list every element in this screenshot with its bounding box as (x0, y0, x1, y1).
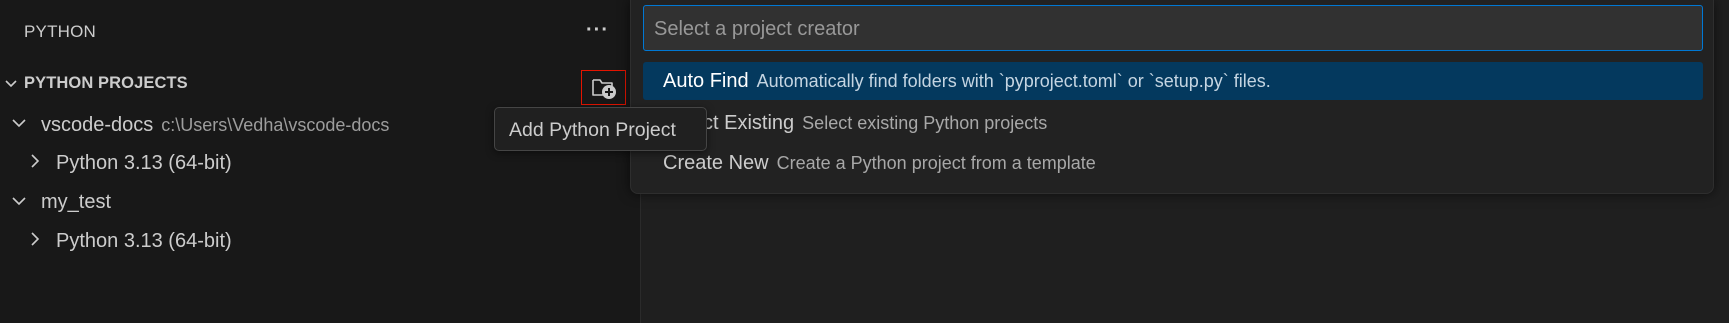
chevron-right-icon (31, 154, 40, 168)
sidebar-title: PYTHON (24, 22, 97, 41)
section-title: PYTHON PROJECTS (24, 74, 188, 92)
tooltip-text: Add Python Project (509, 119, 676, 141)
add-python-project-button[interactable] (581, 70, 626, 105)
tree-item-label: Python 3.13 (64-bit) (56, 230, 232, 252)
tree-item-path: c:\Users\Vedha\vscode-docs (161, 115, 390, 135)
quick-pick-item-label: Create New (663, 152, 769, 174)
tree-item-my-test[interactable]: my_test (0, 188, 640, 222)
chevron-right-icon (31, 232, 40, 246)
quick-pick-item-description: Select existing Python projects (802, 113, 1048, 133)
quick-pick-placeholder: Select a project creator (654, 18, 860, 40)
quick-pick-item-label: Auto Find (663, 70, 749, 92)
tree-item-python-env[interactable]: Python 3.13 (64-bit) (0, 227, 640, 261)
tree-item-label: Python 3.13 (64-bit) (56, 152, 232, 174)
quick-pick-input[interactable]: Select a project creator (643, 5, 1703, 51)
tooltip: Add Python Project (494, 107, 707, 151)
quick-pick-item-description: Create a Python project from a template (776, 153, 1096, 173)
chevron-down-icon (12, 197, 26, 206)
quick-pick-item-description: Automatically find folders with `pyproje… (756, 71, 1271, 91)
chevron-down-icon (12, 119, 26, 128)
sidebar: PYTHON ··· PYTHON PROJECTS vscode-docs c… (0, 0, 641, 323)
quick-pick-item-select-existing[interactable]: Select Existing Select existing Python pr… (643, 104, 1703, 142)
window: PYTHON ··· PYTHON PROJECTS vscode-docs c… (0, 0, 1729, 323)
more-actions-button[interactable]: ··· (586, 18, 609, 42)
chevron-down-icon (5, 80, 17, 88)
tree-item-python-env[interactable]: Python 3.13 (64-bit) (0, 149, 640, 183)
quick-pick: Select a project creator Auto Find Automa… (630, 0, 1714, 194)
quick-pick-item-auto-find[interactable]: Auto Find Automatically find folders with… (643, 62, 1703, 100)
folder-add-icon (591, 78, 616, 99)
tree-item-label: vscode-docs (41, 114, 154, 136)
tree-item-label: my_test (41, 191, 112, 213)
section-header-python-projects[interactable]: PYTHON PROJECTS (0, 70, 640, 98)
quick-pick-item-create-new[interactable]: Create New Create a Python project from a… (643, 144, 1703, 182)
